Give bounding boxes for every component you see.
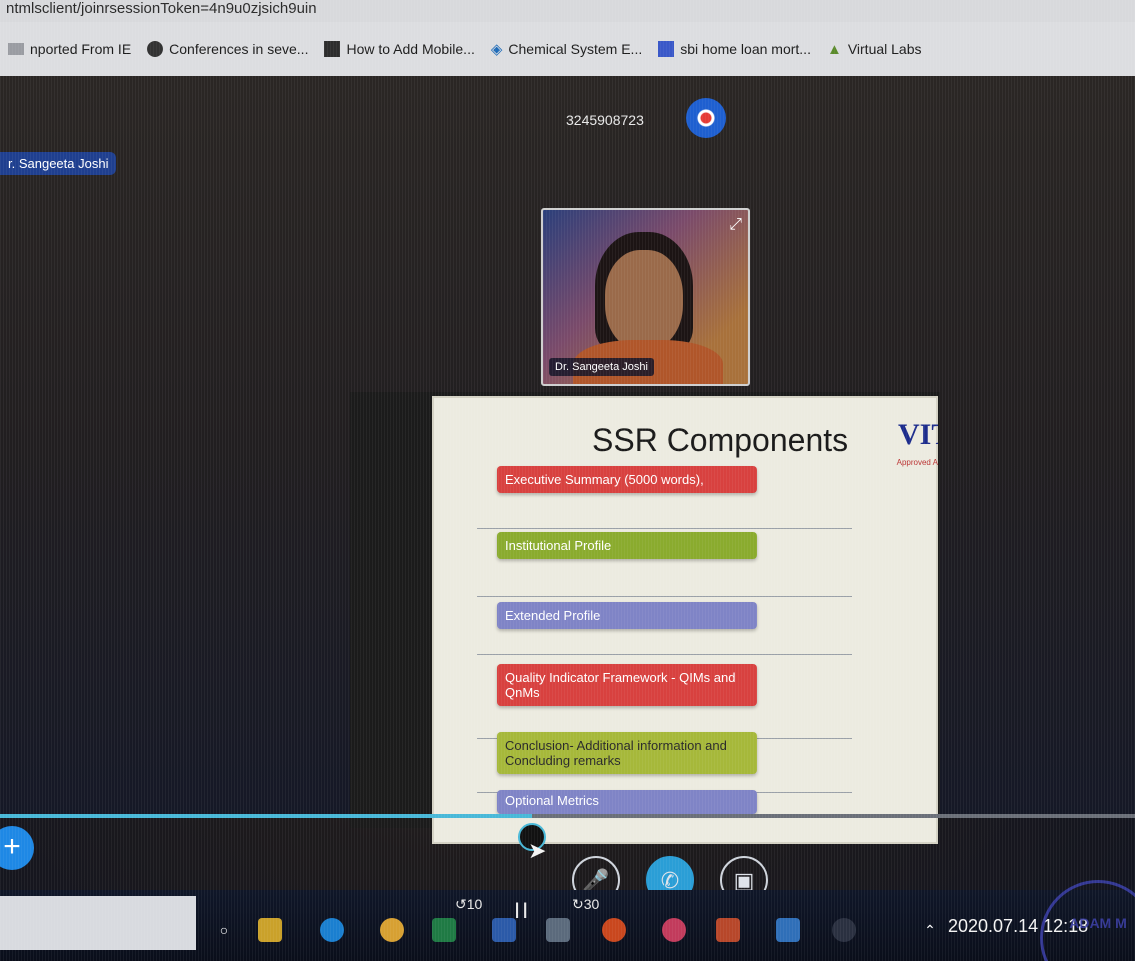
page-icon (324, 41, 341, 57)
component-executive-summary: Executive Summary (5000 words), (497, 466, 757, 493)
rewind-label: 10 (466, 896, 483, 912)
bookmark-sbi-home-loan[interactable]: sbi home loan mort... (658, 41, 811, 57)
forward-30-button[interactable]: ↻30 (572, 896, 599, 913)
cortana-icon[interactable]: ○ (212, 918, 236, 942)
add-button[interactable]: + (0, 826, 34, 870)
participant-face (605, 250, 683, 350)
photos-icon[interactable] (546, 918, 570, 942)
word-icon[interactable] (492, 918, 516, 942)
rewind-icon: ↺ (455, 896, 467, 912)
bookmark-chemical-system[interactable]: ◈ Chemical System E... (491, 40, 642, 58)
obs-icon[interactable] (832, 918, 856, 942)
mouse-cursor-icon: ➤ (528, 838, 547, 863)
screen: ntmlsclient/joinrsessionToken=4n9u0zjsic… (0, 0, 1135, 961)
active-speaker-label: r. Sangeeta Joshi (0, 152, 117, 175)
powerpoint-icon[interactable] (716, 918, 740, 942)
globe-icon (147, 41, 164, 57)
folder-icon (8, 43, 24, 55)
bookmark-label: nported From IE (30, 41, 132, 57)
bookmark-conferences[interactable]: Conferences in seve... (147, 41, 308, 57)
component-institutional-profile: Institutional Profile (497, 532, 757, 559)
divider-line (477, 528, 852, 529)
bookmark-label: How to Add Mobile... (346, 41, 475, 57)
divider-line (477, 654, 852, 655)
expand-icon[interactable]: ⤢ (729, 216, 742, 234)
bookmark-imported-from-ie[interactable]: nported From IE (8, 41, 131, 57)
firefox-icon[interactable] (602, 918, 626, 942)
forward-label: 30 (583, 896, 600, 912)
chrome-icon[interactable] (380, 918, 404, 942)
edge-icon[interactable] (320, 918, 344, 942)
participant-video-tile[interactable]: ⤢ Dr. Sangeeta Joshi (541, 208, 750, 386)
bookmark-label: Virtual Labs (847, 41, 922, 57)
chevron-up-icon[interactable]: ⌃ (918, 918, 942, 942)
mail-icon[interactable] (776, 918, 800, 942)
bookmark-label: Chemical System E... (508, 41, 643, 57)
media-icon[interactable] (662, 918, 686, 942)
bookmark-label: Conferences in seve... (169, 41, 309, 57)
vit-logo-subtitle: Approved A (896, 458, 938, 467)
component-extended-profile: Extended Profile (497, 602, 757, 629)
sbi-icon (658, 41, 675, 57)
molecule-icon: ◈ (490, 41, 503, 58)
meeting-id: 3245908723 (566, 112, 644, 128)
participant-name: Dr. Sangeeta Joshi (549, 358, 654, 376)
shared-slide: SSR Components VIT Approved A Executive … (432, 396, 938, 844)
pause-button[interactable]: II (514, 898, 530, 924)
bookmarks-bar: nported From IE Conferences in seve... H… (0, 22, 1135, 76)
store-icon[interactable] (258, 918, 282, 942)
record-icon[interactable] (686, 98, 726, 138)
bookmark-how-to-add-mobile[interactable]: How to Add Mobile... (324, 41, 475, 57)
player-progress-fill (0, 814, 533, 818)
excel-icon[interactable] (432, 918, 456, 942)
rewind-10-button[interactable]: ↺10 (455, 896, 482, 913)
url-text: ntmlsclient/joinrsessionToken=4n9u0zjsic… (6, 0, 317, 17)
slide-title: SSR Components (592, 422, 849, 458)
divider-line (477, 596, 852, 597)
component-quality-indicator: Quality Indicator Framework - QIMs and Q… (497, 664, 757, 706)
component-conclusion: Conclusion- Additional information and C… (497, 732, 757, 774)
flask-icon: ▲ (826, 40, 842, 58)
component-optional-metrics: Optional Metrics (497, 790, 757, 814)
url-bar[interactable]: ntmlsclient/joinrsessionToken=4n9u0zjsic… (0, 0, 1135, 22)
vit-logo: VIT (898, 418, 938, 451)
taskbar-search-box[interactable] (0, 896, 196, 950)
bookmark-label: sbi home loan mort... (680, 41, 811, 57)
forward-icon: ↻ (572, 896, 584, 912)
bookmark-virtual-labs[interactable]: ▲ Virtual Labs (827, 41, 922, 58)
